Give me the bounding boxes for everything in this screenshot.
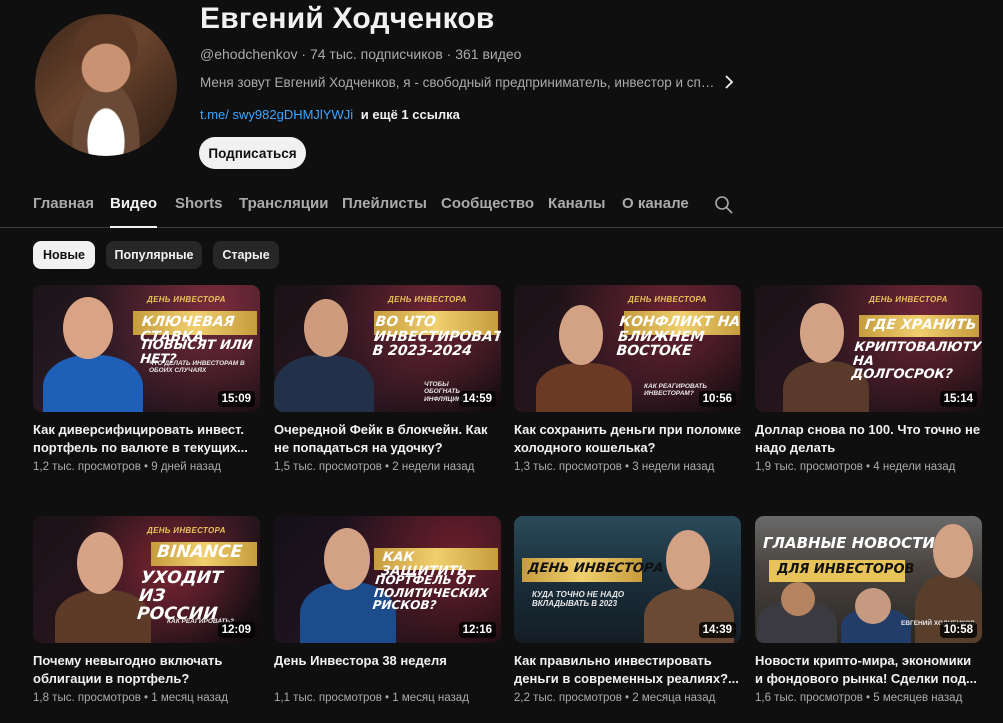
chip-oldest[interactable]: Старые (213, 241, 279, 269)
video-meta: 1,6 тыс. просмотров • 5 месяцев назад (755, 692, 963, 704)
video-meta: 1,5 тыс. просмотров • 2 недели назад (274, 461, 475, 473)
thumbnail-headline: КОНФЛИКТ НА БЛИЖНЕМ ВОСТОКЕ (615, 314, 741, 360)
channel-meta: @ehodchenkov · 74 тыс. подписчиков · 361… (200, 46, 522, 62)
video-thumbnail[interactable]: КАК ЗАЩИТИТЬ ПОРТФЕЛЬ ОТ ПОЛИТИЧЕСКИХ РИ… (274, 516, 501, 643)
thumbnail-subtitle: КУДА ТОЧНО НЕ НАДО ВКЛАДЫВАТЬ В 2023 (532, 590, 625, 609)
video-thumbnail[interactable]: ГЛАВНЫЕ НОВОСТИ ДЛЯ ИНВЕСТОРОВ ЕВГЕНИЙ Х… (755, 516, 982, 643)
thumbnail-headline: ВО ЧТО ИНВЕСТИРОВАТЬ В 2023-2024 (371, 314, 501, 360)
thumbnail-headline-2: ДЛЯ ИНВЕСТОРОВ (777, 562, 915, 577)
thumbnail-subtitle: ЧТО ДЕЛАТЬ ИНВЕСТОРАМ В ОБОИХ СЛУЧАЯХ (149, 360, 245, 375)
video-card[interactable]: ДЕНЬ ИНВЕСТОРА КЛЮЧЕВАЯ СТАВКА ПОВЫСЯТ И… (33, 285, 260, 473)
thumbnail-show-label: ДЕНЬ ИНВЕСТОРА (147, 295, 226, 304)
thumbnail-show-label: ДЕНЬ ИНВЕСТОРА (869, 295, 948, 304)
tab-videos[interactable]: Видео (110, 195, 158, 228)
video-duration: 12:16 (458, 622, 496, 638)
video-thumbnail[interactable]: ДЕНЬ ИНВЕСТОРА КЛЮЧЕВАЯ СТАВКА ПОВЫСЯТ И… (33, 285, 260, 412)
thumbnail-headline: ДЕНЬ ИНВЕСТОРА (527, 561, 665, 576)
thumbnail-show-label: ДЕНЬ ИНВЕСТОРА (628, 295, 707, 304)
video-meta: 1,1 тыс. просмотров • 1 месяц назад (274, 692, 469, 704)
thumbnail-headline-2: ПОРТФЕЛЬ ОТ ПОЛИТИЧЕСКИХ РИСКОВ? (371, 573, 490, 613)
video-card[interactable]: ГЛАВНЫЕ НОВОСТИ ДЛЯ ИНВЕСТОРОВ ЕВГЕНИЙ Х… (755, 516, 982, 704)
tab-about[interactable]: О канале (622, 195, 689, 212)
video-card[interactable]: ДЕНЬ ИНВЕСТОРА КУДА ТОЧНО НЕ НАДО ВКЛАДЫ… (514, 516, 741, 704)
channel-title: Евгений Ходченков (200, 2, 495, 35)
video-card[interactable]: ДЕНЬ ИНВЕСТОРА ГДЕ ХРАНИТЬ КРИПТОВАЛЮТУ … (755, 285, 982, 473)
video-title[interactable]: Доллар снова по 100. Что точно не надо д… (755, 421, 982, 457)
tab-community[interactable]: Сообщество (441, 195, 534, 212)
video-title[interactable]: Очередной Фейк в блокчейн. Как не попада… (274, 421, 501, 457)
chip-newest[interactable]: Новые (33, 241, 95, 269)
thumbnail-headline-2: КРИПТОВАЛЮТУ НА ДОЛГОСРОК? (850, 340, 982, 383)
video-card[interactable]: ДЕНЬ ИНВЕСТОРА ВО ЧТО ИНВЕСТИРОВАТЬ В 20… (274, 285, 501, 473)
video-card[interactable]: ДЕНЬ ИНВЕСТОРА BINANCE УХОДИТ ИЗ РОССИИ … (33, 516, 260, 704)
video-duration: 14:39 (698, 622, 736, 638)
video-thumbnail[interactable]: ДЕНЬ ИНВЕСТОРА КОНФЛИКТ НА БЛИЖНЕМ ВОСТО… (514, 285, 741, 412)
thumbnail-headline: BINANCE (156, 542, 244, 562)
video-meta: 1,8 тыс. просмотров • 1 месяц назад (33, 692, 228, 704)
thumbnail-show-label: ДЕНЬ ИНВЕСТОРА (147, 526, 226, 535)
video-title[interactable]: День Инвестора 38 неделя (274, 652, 501, 688)
thumbnail-headline: ГЛАВНЫЕ НОВОСТИ (763, 534, 935, 552)
video-title[interactable]: Почему невыгодно включать облигации в по… (33, 652, 260, 688)
tab-playlists[interactable]: Плейлисты (342, 195, 427, 212)
video-title[interactable]: Новости крипто-мира, экономики и фондово… (755, 652, 982, 688)
chip-popular[interactable]: Популярные (106, 241, 202, 269)
video-thumbnail[interactable]: ДЕНЬ ИНВЕСТОРА BINANCE УХОДИТ ИЗ РОССИИ … (33, 516, 260, 643)
video-meta: 1,3 тыс. просмотров • 3 недели назад (514, 461, 715, 473)
video-duration: 15:14 (939, 391, 977, 407)
tab-channels[interactable]: Каналы (548, 195, 605, 212)
channel-tabs: Главная Видео Shorts Трансляции Плейлист… (0, 187, 1003, 228)
video-duration: 15:09 (217, 391, 255, 407)
video-card[interactable]: ДЕНЬ ИНВЕСТОРА КОНФЛИКТ НА БЛИЖНЕМ ВОСТО… (514, 285, 741, 473)
video-duration: 14:59 (458, 391, 496, 407)
video-duration: 10:58 (939, 622, 977, 638)
tab-home[interactable]: Главная (33, 195, 94, 212)
more-links-link[interactable]: и ещё 1 ссылка (361, 107, 460, 122)
video-title[interactable]: Как правильно инвестировать деньги в сов… (514, 652, 741, 688)
search-icon[interactable] (714, 195, 734, 215)
thumbnail-headline-2: УХОДИТ ИЗ РОССИИ (136, 568, 224, 624)
video-meta: 1,9 тыс. просмотров • 4 недели назад (755, 461, 956, 473)
telegram-link[interactable]: t.me/ swy982gDHMJlYWJi (200, 107, 353, 122)
video-title[interactable]: Как диверсифицировать инвест. портфель п… (33, 421, 260, 457)
channel-links: t.me/ swy982gDHMJlYWJi и ещё 1 ссылка (200, 107, 460, 122)
video-thumbnail[interactable]: ДЕНЬ ИНВЕСТОРА КУДА ТОЧНО НЕ НАДО ВКЛАДЫ… (514, 516, 741, 643)
video-thumbnail[interactable]: ДЕНЬ ИНВЕСТОРА ГДЕ ХРАНИТЬ КРИПТОВАЛЮТУ … (755, 285, 982, 412)
video-title[interactable]: Как сохранить деньги при поломке холодно… (514, 421, 741, 457)
tab-live[interactable]: Трансляции (239, 195, 328, 212)
video-meta: 2,2 тыс. просмотров • 2 месяца назад (514, 692, 716, 704)
video-thumbnail[interactable]: ДЕНЬ ИНВЕСТОРА ВО ЧТО ИНВЕСТИРОВАТЬ В 20… (274, 285, 501, 412)
video-duration: 10:56 (698, 391, 736, 407)
subscribe-button[interactable]: Подписаться (199, 137, 306, 169)
channel-avatar[interactable] (35, 14, 177, 156)
tab-shorts[interactable]: Shorts (175, 195, 223, 212)
thumbnail-headline: ГДЕ ХРАНИТЬ (864, 317, 978, 333)
video-duration: 12:09 (217, 622, 255, 638)
video-meta: 1,2 тыс. просмотров • 9 дней назад (33, 461, 221, 473)
thumbnail-show-label: ДЕНЬ ИНВЕСТОРА (388, 295, 467, 304)
video-card[interactable]: КАК ЗАЩИТИТЬ ПОРТФЕЛЬ ОТ ПОЛИТИЧЕСКИХ РИ… (274, 516, 501, 704)
channel-description[interactable]: Меня зовут Евгений Ходченков, я - свобод… (200, 75, 720, 90)
chevron-right-icon[interactable] (720, 73, 738, 91)
